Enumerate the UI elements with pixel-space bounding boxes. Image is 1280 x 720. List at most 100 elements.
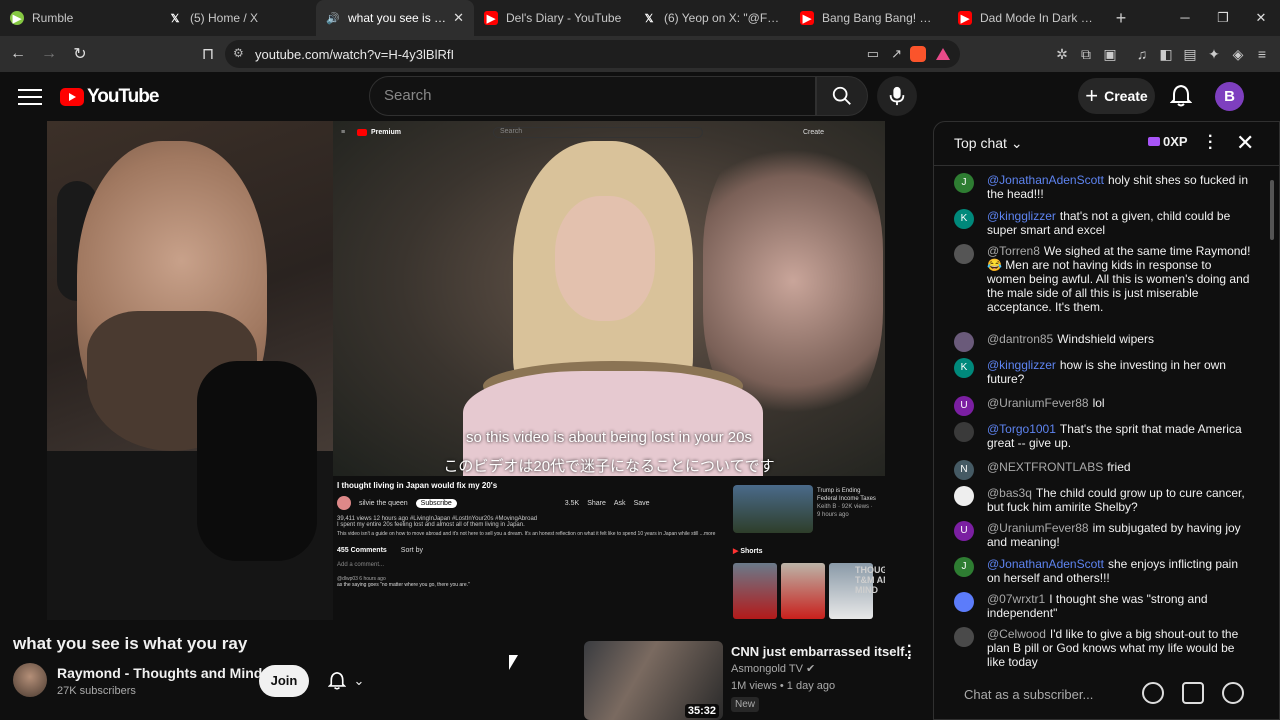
super-chat-icon[interactable] <box>1182 682 1204 704</box>
chat-author[interactable]: @kingglizzer <box>987 209 1056 223</box>
more-options-icon[interactable]: · · · <box>907 639 912 667</box>
search-input[interactable]: Search <box>369 76 816 116</box>
notifications-button[interactable] <box>1169 84 1193 108</box>
channel-name[interactable]: Raymond - Thoughts and Mind <box>57 665 262 681</box>
vpn-icon[interactable]: ◈ <box>1230 46 1246 62</box>
close-tab-icon[interactable]: ✕ <box>453 10 464 26</box>
embedded-desc1: I spent my entire 20s feeling lost and a… <box>337 522 525 528</box>
embedded-video-title: I thought living in Japan would fix my 2… <box>337 481 498 490</box>
tab-dels-diary[interactable]: ▶ Del's Diary - YouTube <box>474 0 632 36</box>
youtube-icon: ▶ <box>800 11 814 25</box>
chat-author[interactable]: @Torgo1001 <box>987 422 1056 436</box>
live-chat-panel: Top chat ⌄ 0XP · · · ✕ J @JonathanAdenScott… <box>933 121 1280 720</box>
close-window-icon[interactable]: ✕ <box>1242 0 1280 36</box>
chat-author[interactable]: @JonathanAdenScott <box>987 557 1104 571</box>
youtube-icon: ▶ <box>958 11 972 25</box>
chat-text: Windshield wipers <box>1057 332 1154 346</box>
tab-rumble[interactable]: ▶ Rumble <box>0 0 158 36</box>
youtube-logo[interactable]: YouTube <box>60 86 159 108</box>
chat-author[interactable]: @kingglizzer <box>987 358 1056 372</box>
chat-more-icon[interactable]: · · · <box>1208 129 1213 157</box>
chat-author[interactable]: @dantron85 <box>987 332 1053 346</box>
bookmark-icon[interactable]: ⊓ <box>195 41 221 67</box>
chat-author[interactable]: @UraniumFever88 <box>987 396 1089 410</box>
mini-youtube-icon <box>357 129 367 136</box>
chat-author[interactable]: @bas3q <box>987 486 1032 500</box>
voice-search-button[interactable] <box>877 76 917 116</box>
create-label: Create <box>1104 88 1148 104</box>
window-controls: ─ ❐ ✕ <box>1166 0 1280 36</box>
embedded-youtube-screen: ≡ Premium Search Create so this video is… <box>333 121 885 620</box>
chat-author[interactable]: @NEXTFRONTLABS <box>987 460 1103 474</box>
wallet-icon[interactable]: ▤ <box>1182 46 1198 62</box>
chat-author[interactable]: @07wrxtr1 <box>987 592 1045 606</box>
minimize-icon[interactable]: ─ <box>1166 0 1204 36</box>
embedded-save: Save <box>633 499 650 507</box>
menu-icon[interactable]: ≡ <box>1254 46 1270 62</box>
bell-icon <box>327 671 346 690</box>
music-icon[interactable]: ♫ <box>1134 46 1150 62</box>
video-player[interactable]: ≡ Premium Search Create so this video is… <box>47 121 885 620</box>
brave-rewards-icon[interactable] <box>936 48 950 60</box>
rumble-icon: ▶ <box>10 11 24 25</box>
embedded-channel: silvie the queen <box>359 499 408 507</box>
tab-title: Bang Bang Bang! HD - You <box>822 11 938 25</box>
subtitle-japanese: このビデオは20代で迷子になることについてです <box>443 458 775 475</box>
search-icon <box>832 86 851 105</box>
tab-title: Dad Mode In Dark Mode <box>980 11 1096 25</box>
x-icon: 𝕏 <box>644 12 654 25</box>
chat-author[interactable]: @Torren8 <box>987 244 1040 258</box>
tab-bang-bang[interactable]: ▶ Bang Bang Bang! HD - You <box>790 0 948 36</box>
chat-input[interactable]: Chat as a subscriber... <box>954 682 1144 708</box>
leo-icon[interactable]: ✦ <box>1206 46 1222 62</box>
chat-scrollbar[interactable] <box>1270 170 1276 670</box>
emoji-icon[interactable] <box>1142 682 1164 704</box>
join-button[interactable]: Join <box>259 665 309 697</box>
chat-author[interactable]: @Celwood <box>987 627 1046 641</box>
chat-author[interactable]: @JonathanAdenScott <box>987 173 1104 187</box>
scrollbar-thumb[interactable] <box>1270 180 1274 240</box>
screenshot-icon[interactable]: ▣ <box>1102 46 1118 62</box>
subscription-bell-button[interactable]: ⌄ <box>318 665 374 697</box>
top-chat-dropdown[interactable]: Top chat ⌄ <box>954 135 1023 152</box>
chat-author[interactable]: @UraniumFever88 <box>987 521 1089 535</box>
tab-yeop-x[interactable]: 𝕏 (6) Yeop on X: "@Forsaken <box>632 0 790 36</box>
video-title: what you see is what you ray <box>13 634 248 653</box>
search-button[interactable] <box>816 76 868 116</box>
address-bar[interactable]: ⚙ youtube.com/watch?v=H-4y3lBlRfI <box>225 40 960 68</box>
forward-icon[interactable]: → <box>36 41 62 67</box>
close-chat-icon[interactable]: ✕ <box>1236 130 1254 156</box>
logo-text: YouTube <box>87 86 159 107</box>
reload-icon[interactable]: ↻ <box>67 41 93 67</box>
tab-dad-mode[interactable]: ▶ Dad Mode In Dark Mode <box>948 0 1106 36</box>
sidebar-icon[interactable]: ◧ <box>1158 46 1174 62</box>
chat-message-body: @JonathanAdenScott holy shit shes so fuck… <box>987 173 1252 201</box>
channel-avatar[interactable] <box>13 663 47 697</box>
site-settings-icon[interactable]: ⚙ <box>233 46 244 60</box>
maximize-icon[interactable]: ❐ <box>1204 0 1242 36</box>
chat-input-actions <box>1142 682 1244 704</box>
menu-icon[interactable] <box>18 86 42 106</box>
brave-shield-icon[interactable] <box>910 46 926 62</box>
puzzle-icon[interactable]: ⧉ <box>1078 46 1094 62</box>
new-tab-button[interactable]: + <box>1106 8 1136 29</box>
recommended-duration: 35:32 <box>684 704 719 718</box>
share-icon[interactable]: ↗ <box>891 46 902 62</box>
crown-icon <box>1148 137 1160 146</box>
back-icon[interactable]: ← <box>5 41 31 67</box>
tab-active-video[interactable]: 🔊 what you see is what ✕ <box>316 0 474 36</box>
recommended-title[interactable]: CNN just embarrassed itself.. <box>731 644 912 659</box>
tab-x-home[interactable]: 𝕏 (5) Home / X <box>158 0 316 36</box>
recommended-channel[interactable]: Asmongold TV ✔ <box>731 662 815 675</box>
account-avatar[interactable]: B <box>1215 82 1244 111</box>
cast-icon[interactable]: ▭ <box>867 46 879 62</box>
recommended-thumbnail[interactable]: 35:32 <box>584 641 723 720</box>
xp-badge[interactable]: 0XP <box>1148 134 1188 149</box>
browser-toolbar: ← → ↻ ⊓ ⚙ youtube.com/watch?v=H-4y3lBlRf… <box>0 36 1280 72</box>
create-button[interactable]: + Create <box>1078 78 1155 114</box>
mini-premium: Premium <box>371 129 401 136</box>
heart-icon[interactable] <box>1222 682 1244 704</box>
chat-avatar: K <box>954 209 974 229</box>
extension-icon[interactable]: ✲ <box>1054 46 1070 62</box>
chat-message-body: @dantron85 Windshield wipers <box>987 332 1252 346</box>
